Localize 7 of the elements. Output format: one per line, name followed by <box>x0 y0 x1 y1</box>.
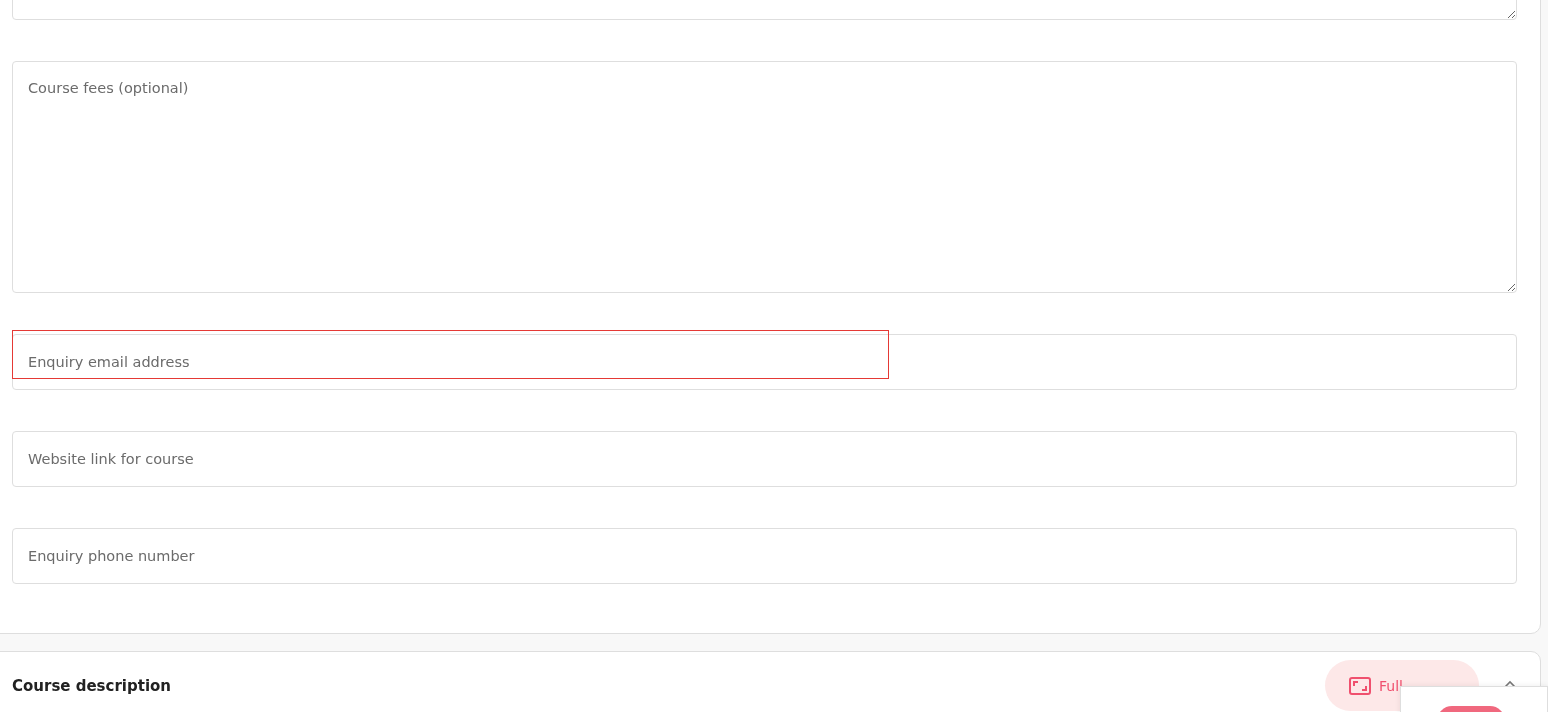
input-field[interactable]: Enquiry phone number <box>12 528 1517 584</box>
input-field[interactable]: Website link for course <box>12 431 1517 487</box>
input-field[interactable]: Enquiry email address <box>12 334 1517 390</box>
section-title: Course description <box>12 677 173 695</box>
chevron-up-icon[interactable] <box>1503 679 1517 689</box>
fullscreen-icon <box>1349 676 1371 695</box>
text-area[interactable]: Course fees (optional) <box>12 61 1517 293</box>
